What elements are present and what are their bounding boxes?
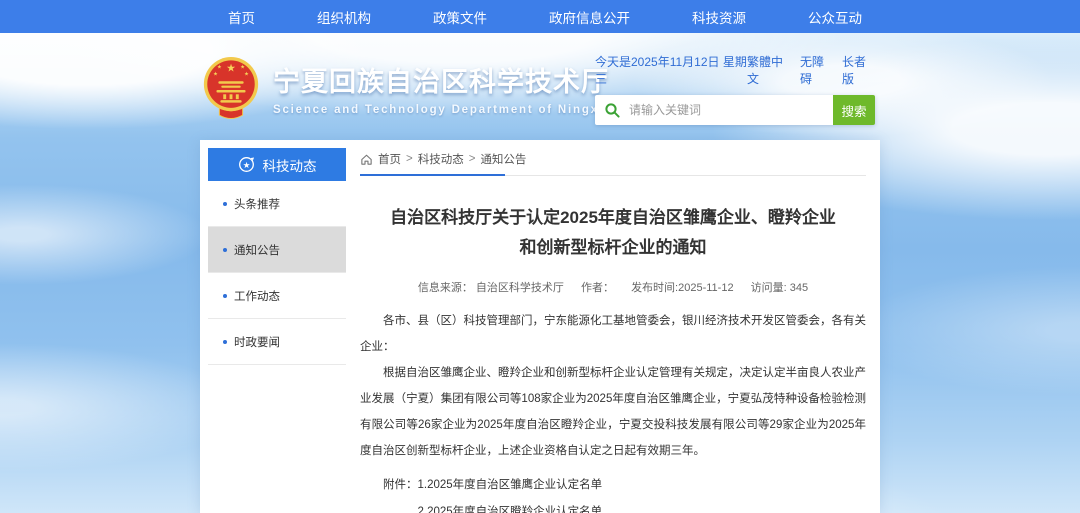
sidebar-item-label: 时政要闻 xyxy=(234,334,280,350)
svg-text:★: ★ xyxy=(240,65,245,71)
article-title-line2: 和创新型标杆企业的通知 xyxy=(520,238,707,257)
breadcrumb-active-underline xyxy=(360,174,505,176)
national-emblem-logo: ★ ★ ★ ★ ★ xyxy=(200,55,262,121)
sidebar-menu: 头条推荐 通知公告 工作动态 时政要闻 xyxy=(208,181,346,365)
svg-text:★: ★ xyxy=(217,65,222,71)
site-title-block: 宁夏回族自治区科学技术厅 Science and Technology Depa… xyxy=(273,60,612,116)
meta-visits: 访问量: 345 xyxy=(751,282,808,294)
attachments-label: 附件： xyxy=(383,472,418,513)
article-title-line1: 自治区科技厅关于认定2025年度自治区雏鹰企业、瞪羚企业 xyxy=(390,208,836,227)
search-input[interactable] xyxy=(621,103,833,117)
meta-source: 信息来源： 自治区科学技术厅 xyxy=(418,282,564,294)
house-icon xyxy=(360,153,373,166)
article-meta: 信息来源： 自治区科学技术厅 作者： 发布时间:2025-11-12 访问量: … xyxy=(360,279,866,295)
sidebar-item-label: 工作动态 xyxy=(234,288,280,304)
bullet-icon xyxy=(223,340,227,344)
breadcrumb-separator: > xyxy=(406,153,413,165)
circled-star-icon: ★ xyxy=(238,156,255,173)
nav-item-policy-documents[interactable]: 政策文件 xyxy=(433,7,487,27)
attachment-link-gazelle-list[interactable]: 2.2025年度自治区瞪羚企业认定名单 xyxy=(418,499,637,513)
site-brand: ★ ★ ★ ★ ★ 宁夏回族自治区科学技术厅 Science and Techn… xyxy=(200,55,612,121)
sidebar-item-notices[interactable]: 通知公告 xyxy=(208,227,346,273)
meta-author: 作者： xyxy=(581,282,614,294)
breadcrumb-divider xyxy=(360,175,866,176)
attachments-list: 1.2025年度自治区雏鹰企业认定名单 2.2025年度自治区瞪羚企业认定名单 … xyxy=(418,472,637,513)
nav-item-sci-tech-resources[interactable]: 科技资源 xyxy=(692,7,746,27)
breadcrumb-current-notices: 通知公告 xyxy=(480,151,526,167)
nav-item-public-interaction[interactable]: 公众互动 xyxy=(808,7,862,27)
svg-text:★: ★ xyxy=(244,71,249,77)
attachment-link-eagle-list[interactable]: 1.2025年度自治区雏鹰企业认定名单 xyxy=(418,472,637,499)
sidebar-item-current-affairs[interactable]: 时政要闻 xyxy=(208,319,346,365)
topbar-utilities: 今天是2025年11月12日 星期三 繁體中文 无障碍 长者版 搜索 xyxy=(595,53,875,125)
sidebar: ★ 科技动态 头条推荐 通知公告 工作动态 xyxy=(208,148,346,365)
top-navigation: 首页 组织机构 政策文件 政府信息公开 科技资源 公众互动 xyxy=(0,0,1080,33)
site-subtitle: Science and Technology Department of Nin… xyxy=(273,104,612,116)
article-title: 自治区科技厅关于认定2025年度自治区雏鹰企业、瞪羚企业 和创新型标杆企业的通知 xyxy=(360,203,866,263)
svg-text:★: ★ xyxy=(226,63,236,75)
breadcrumb: 首页 > 科技动态 > 通知公告 xyxy=(360,148,866,170)
sidebar-header-sci-tech-news[interactable]: ★ 科技动态 xyxy=(208,148,346,181)
sidebar-item-label: 头条推荐 xyxy=(234,196,280,212)
bullet-icon xyxy=(223,202,227,206)
breadcrumb-home[interactable]: 首页 xyxy=(378,151,401,167)
article-area: 首页 > 科技动态 > 通知公告 自治区科技厅关于认定2025年度自治区雏鹰企业… xyxy=(360,148,866,513)
sidebar-item-work-updates[interactable]: 工作动态 xyxy=(208,273,346,319)
accessibility-link[interactable]: 无障碍 xyxy=(800,53,833,87)
senior-version-link[interactable]: 长者版 xyxy=(842,53,875,87)
svg-text:★: ★ xyxy=(213,71,218,77)
attachments-block: 附件： 1.2025年度自治区雏鹰企业认定名单 2.2025年度自治区瞪羚企业认… xyxy=(360,472,866,513)
search-button[interactable]: 搜索 xyxy=(833,95,875,125)
site-title: 宁夏回族自治区科学技术厅 xyxy=(273,60,612,99)
meta-publish-time: 发布时间:2025-11-12 xyxy=(631,282,734,294)
top-navigation-items: 首页 组织机构 政策文件 政府信息公开 科技资源 公众互动 xyxy=(228,7,862,27)
svg-text:★: ★ xyxy=(242,160,250,170)
article-body: 各市、县（区）科技管理部门，宁东能源化工基地管委会，银川经济技术开发区管委会，各… xyxy=(360,308,866,464)
nav-item-gov-info-disclosure[interactable]: 政府信息公开 xyxy=(549,7,630,27)
content-panel: ★ 科技动态 头条推荐 通知公告 工作动态 xyxy=(200,140,880,513)
search-icon xyxy=(604,102,621,119)
page: 首页 组织机构 政策文件 政府信息公开 科技资源 公众互动 ★ ★ ★ ★ ★ xyxy=(0,0,1080,513)
traditional-chinese-link[interactable]: 繁體中文 xyxy=(747,53,791,87)
article-paragraph: 各市、县（区）科技管理部门，宁东能源化工基地管委会，银川经济技术开发区管委会，各… xyxy=(360,308,866,360)
search-bar: 搜索 xyxy=(595,95,875,125)
sidebar-item-label: 通知公告 xyxy=(234,242,280,258)
nav-item-organization[interactable]: 组织机构 xyxy=(317,7,371,27)
breadcrumb-separator: > xyxy=(469,153,476,165)
utility-links: 繁體中文 无障碍 长者版 xyxy=(747,53,875,87)
breadcrumb-sci-tech-news[interactable]: 科技动态 xyxy=(418,151,464,167)
nav-item-home[interactable]: 首页 xyxy=(228,7,255,27)
sidebar-item-headline-picks[interactable]: 头条推荐 xyxy=(208,181,346,227)
bullet-icon xyxy=(223,248,227,252)
article-paragraph: 根据自治区雏鹰企业、瞪羚企业和创新型标杆企业认定管理有关规定，决定认定半亩良人农… xyxy=(360,360,866,464)
sidebar-title: 科技动态 xyxy=(263,155,317,175)
bullet-icon xyxy=(223,294,227,298)
date-row: 今天是2025年11月12日 星期三 繁體中文 无障碍 长者版 xyxy=(595,53,875,87)
current-date: 今天是2025年11月12日 星期三 xyxy=(595,53,747,87)
